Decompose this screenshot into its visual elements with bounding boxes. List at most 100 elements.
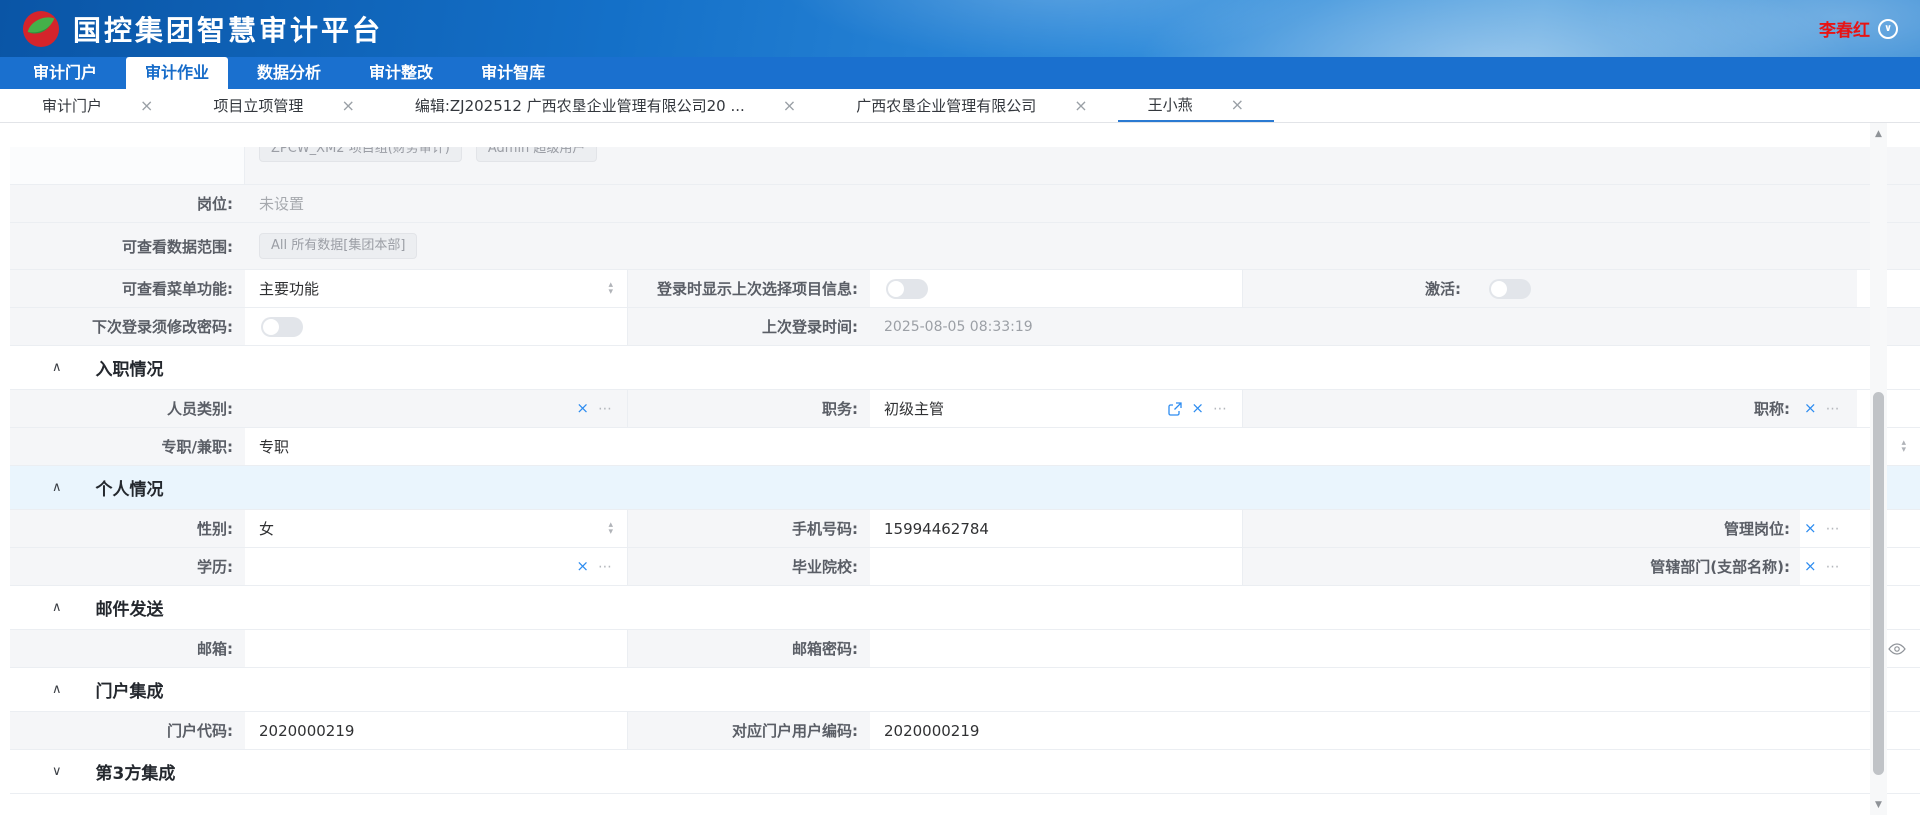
chevron-up-icon[interactable]: ∧ xyxy=(52,600,62,615)
subtab-label: 广西农垦企业管理有限公司 xyxy=(856,95,1036,116)
external-link-icon[interactable] xyxy=(1168,402,1182,416)
nav-tab-audit-knowledge[interactable]: 审计智库 xyxy=(462,57,564,89)
eye-icon[interactable] xyxy=(1888,643,1906,655)
form-row-gender-mobile: 性别: 女 ▴▾ 手机号码: 管理岗位: × ⋯ xyxy=(10,510,1920,548)
nav-tab-audit-work[interactable]: 审计作业 xyxy=(126,57,228,89)
graduate-school-input[interactable] xyxy=(884,558,1228,576)
scroll-down-icon[interactable]: ▼ xyxy=(1870,796,1887,813)
more-icon[interactable]: ⋯ xyxy=(1826,402,1841,416)
clear-icon[interactable]: × xyxy=(1804,521,1817,536)
tab-content: ZPCW_XM2 项目组(财务审计) Admin 超级用户 岗位: 未设置 可查… xyxy=(0,123,1920,839)
form-row-portal-codes: 门户代码: 对应门户用户编码: xyxy=(10,712,1920,750)
app-header: 国控集团智慧审计平台 李春红 ∨ xyxy=(0,0,1920,57)
professional-title-label: 职称: xyxy=(1243,390,1800,427)
subtab-audit-portal[interactable]: 审计门户 × xyxy=(12,89,183,122)
subtab-project-approval[interactable]: 项目立项管理 × xyxy=(183,89,384,122)
clear-icon[interactable]: × xyxy=(1804,401,1817,416)
person-category-label: 人员类别: xyxy=(10,390,245,427)
more-icon[interactable]: ⋯ xyxy=(1826,560,1841,574)
education-field[interactable]: × ⋯ xyxy=(245,548,627,585)
gender-select[interactable]: 女 ▴▾ xyxy=(245,510,627,547)
activated-label: 激活: xyxy=(1243,270,1473,307)
section-title: 个人情况 xyxy=(96,475,164,500)
scroll-up-icon[interactable]: ▲ xyxy=(1870,125,1887,142)
section-title: 邮件发送 xyxy=(96,595,164,620)
email-input[interactable] xyxy=(259,640,613,658)
more-icon[interactable]: ⋯ xyxy=(1826,522,1841,536)
close-icon[interactable]: × xyxy=(1074,98,1087,114)
portal-user-code-label: 对应门户用户编码: xyxy=(628,712,870,749)
data-scope-tag: All 所有数据[集团本部] xyxy=(259,233,417,259)
vertical-scrollbar[interactable]: ▲ ▼ xyxy=(1870,123,1887,815)
subtab-wang-xiaoyan[interactable]: 王小燕 × xyxy=(1118,89,1274,122)
scrollbar-thumb[interactable] xyxy=(1873,392,1884,775)
department-field[interactable]: × ⋯ xyxy=(1800,548,1857,585)
position-label: 岗位: xyxy=(10,185,245,222)
pwd-change-toggle[interactable] xyxy=(261,317,303,337)
clear-icon[interactable]: × xyxy=(1804,559,1817,574)
more-icon[interactable]: ⋯ xyxy=(1213,402,1228,416)
email-password-input[interactable] xyxy=(884,640,1888,658)
subtab-label: 审计门户 xyxy=(42,95,102,116)
section-header-mail[interactable]: ∧ 邮件发送 xyxy=(10,586,1920,630)
fulltime-label: 专职/兼职: xyxy=(10,428,245,465)
user-name: 李春红 xyxy=(1819,16,1870,41)
menu-access-value: 主要功能 xyxy=(259,278,319,299)
more-icon[interactable]: ⋯ xyxy=(598,560,613,574)
management-post-field[interactable]: × ⋯ xyxy=(1800,510,1857,547)
data-scope-label: 可查看数据范围: xyxy=(10,223,245,269)
fulltime-select[interactable]: 专职 ▴▾ xyxy=(245,428,1920,465)
clear-icon[interactable]: × xyxy=(576,401,589,416)
clear-icon[interactable]: × xyxy=(1191,401,1204,416)
gender-value: 女 xyxy=(259,518,274,539)
form-row-menu-toggles: 可查看菜单功能: 主要功能 ▴▾ 登录时显示上次选择项目信息: 激活: xyxy=(10,270,1920,308)
form-row-education-school: 学历: × ⋯ 毕业院校: 管辖部门(支部名称): × ⋯ xyxy=(10,548,1920,586)
form-row-category-job: 人员类别: × ⋯ 职务: × xyxy=(10,390,1920,428)
close-icon[interactable]: × xyxy=(1231,97,1244,113)
role-tag: Admin 超级用户 xyxy=(476,147,598,162)
section-header-portal[interactable]: ∧ 门户集成 xyxy=(10,668,1920,712)
section-header-personal[interactable]: ∧ 个人情况 xyxy=(10,466,1920,510)
nav-tab-audit-portal[interactable]: 审计门户 xyxy=(14,57,116,89)
open-tab-bar: 审计门户 × 项目立项管理 × 编辑:ZJ202512 广西农垦企业管理有限公司… xyxy=(0,89,1920,123)
last-login-label: 上次登录时间: xyxy=(628,308,870,345)
select-caret-icon: ▴▾ xyxy=(608,282,613,296)
section-header-onboarding[interactable]: ∧ 入职情况 xyxy=(10,346,1920,390)
close-icon[interactable]: × xyxy=(783,98,796,114)
login-show-last-toggle[interactable] xyxy=(886,279,928,299)
nav-tab-data-analysis[interactable]: 数据分析 xyxy=(238,57,340,89)
app-title: 国控集团智慧审计平台 xyxy=(73,9,383,49)
mobile-input[interactable] xyxy=(884,520,1228,538)
subtab-company[interactable]: 广西农垦企业管理有限公司 × xyxy=(826,89,1117,122)
portal-code-input[interactable] xyxy=(259,722,613,740)
role-tags: ZPCW_XM2 项目组(财务审计) Admin 超级用户 xyxy=(245,147,1920,184)
user-detail-form: ZPCW_XM2 项目组(财务审计) Admin 超级用户 岗位: 未设置 可查… xyxy=(0,123,1920,794)
mobile-label: 手机号码: xyxy=(628,510,870,547)
chevron-up-icon[interactable]: ∧ xyxy=(52,360,62,375)
person-category-field[interactable]: × ⋯ xyxy=(245,390,627,427)
chevron-up-icon[interactable]: ∧ xyxy=(52,480,62,495)
menu-access-label: 可查看菜单功能: xyxy=(10,270,245,307)
menu-access-select[interactable]: 主要功能 ▴▾ xyxy=(245,270,627,307)
last-login-value: 2025-08-05 08:33:19 xyxy=(884,319,1033,335)
chevron-up-icon[interactable]: ∧ xyxy=(52,682,62,697)
section-header-third-party[interactable]: ∨ 第3方集成 xyxy=(10,750,1920,794)
form-row-fulltime: 专职/兼职: 专职 ▴▾ xyxy=(10,428,1920,466)
portal-user-code-input[interactable] xyxy=(884,722,1906,740)
clear-icon[interactable]: × xyxy=(576,559,589,574)
more-icon[interactable]: ⋯ xyxy=(598,402,613,416)
close-icon[interactable]: × xyxy=(140,98,153,114)
platform-logo-icon xyxy=(22,10,60,48)
portal-code-label: 门户代码: xyxy=(10,712,245,749)
section-title: 第3方集成 xyxy=(96,759,176,784)
user-menu[interactable]: 李春红 ∨ xyxy=(1819,16,1898,41)
close-icon[interactable]: × xyxy=(341,98,354,114)
professional-title-field[interactable]: × ⋯ xyxy=(1800,390,1857,427)
nav-tab-audit-rectify[interactable]: 审计整改 xyxy=(350,57,452,89)
activated-toggle[interactable] xyxy=(1489,279,1531,299)
subtab-edit-project[interactable]: 编辑:ZJ202512 广西农垦企业管理有限公司20 ... × xyxy=(385,89,826,122)
chevron-down-icon[interactable]: ∨ xyxy=(52,764,62,779)
subtab-label: 项目立项管理 xyxy=(213,95,303,116)
select-caret-icon: ▴▾ xyxy=(1901,440,1906,454)
job-title-input[interactable] xyxy=(884,400,1168,418)
